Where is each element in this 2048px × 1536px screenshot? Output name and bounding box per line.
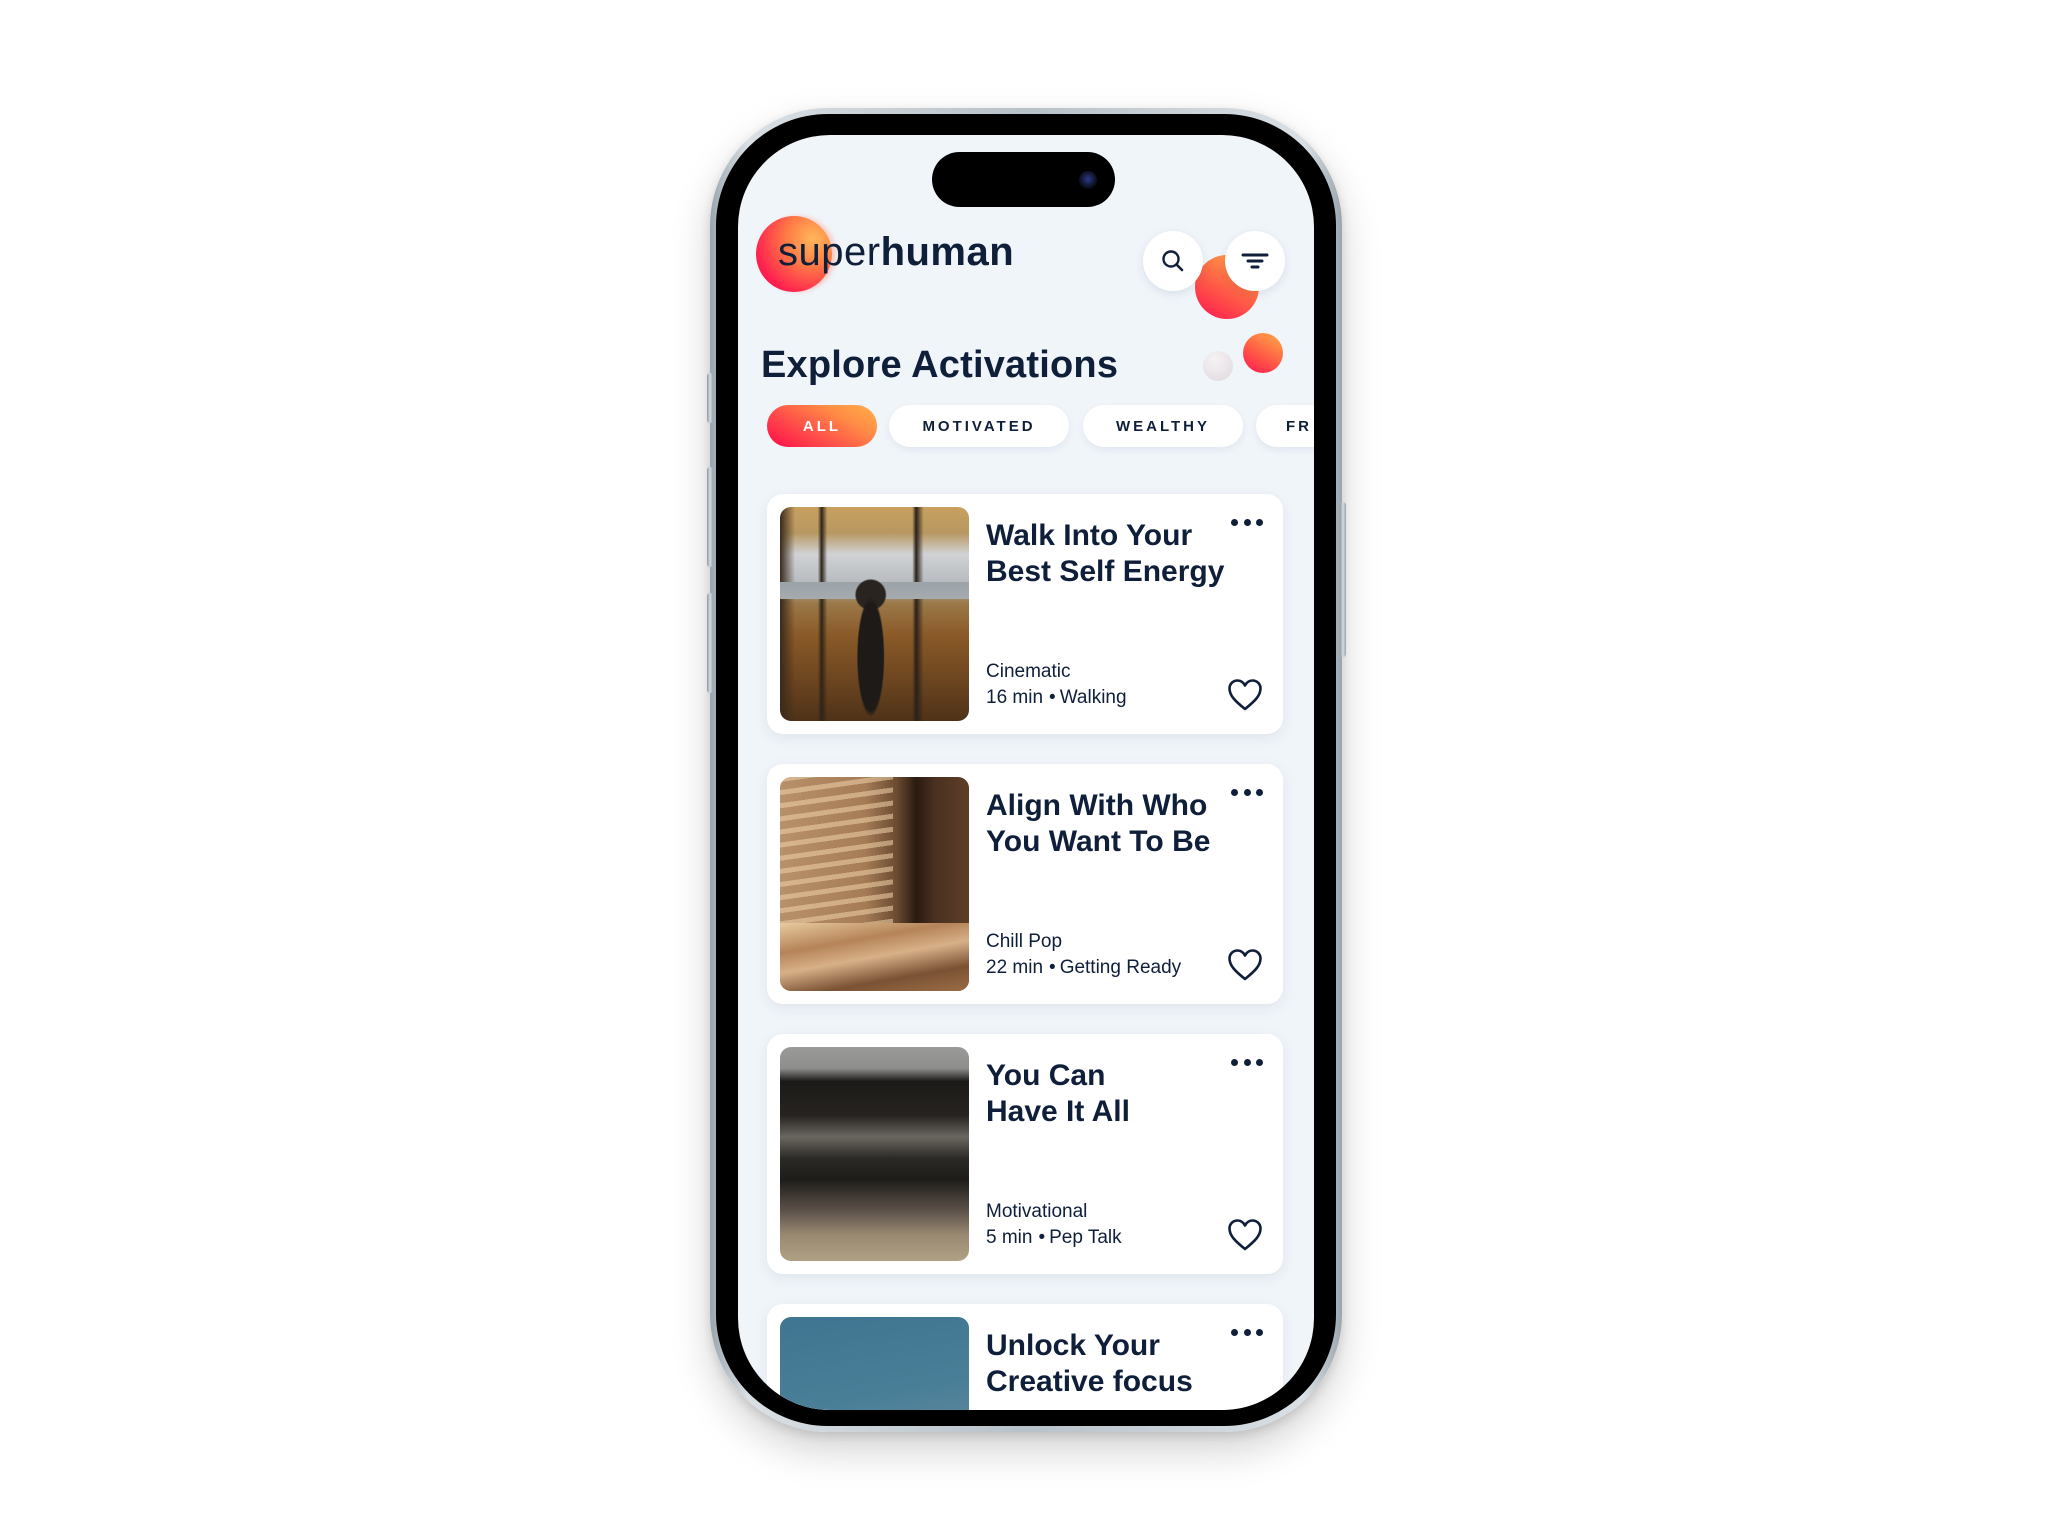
front-camera-icon	[1079, 171, 1097, 189]
activation-meta: 5 min • Pep Talk	[986, 1226, 1122, 1250]
heart-icon[interactable]	[1227, 948, 1263, 982]
filter-icon	[1241, 253, 1269, 269]
more-dot	[1243, 518, 1251, 526]
chip-label: MOTIVATED	[922, 417, 1036, 435]
activation-category: Getting Ready	[1059, 957, 1182, 978]
activation-meta: 22 min • Getting Ready	[986, 956, 1181, 980]
volume-up-button	[707, 467, 713, 567]
more-dot	[1243, 1058, 1251, 1066]
more-dot	[1243, 788, 1251, 796]
activation-duration: 5 min	[986, 1227, 1033, 1248]
chip-label: FR	[1286, 417, 1312, 435]
action-button	[707, 373, 713, 423]
more-horizontal-icon	[1231, 518, 1238, 526]
decorative-orb-pale	[1203, 351, 1233, 381]
meta-separator: •	[1038, 1227, 1046, 1248]
more-options-button[interactable]	[1231, 1054, 1263, 1070]
volume-down-button	[707, 593, 713, 693]
logo-text-bold: human	[880, 230, 1015, 274]
meta-separator: •	[1049, 687, 1056, 708]
meta-separator: •	[1049, 957, 1056, 978]
activation-genre: Chill Pop	[986, 931, 1063, 952]
activation-card[interactable]: You Can Have It All Motivational 5 min • P…	[767, 1034, 1283, 1274]
more-horizontal-icon	[1231, 1058, 1238, 1066]
more-options-button[interactable]	[1231, 784, 1263, 800]
chip-all[interactable]: ALL	[767, 405, 877, 447]
more-options-button[interactable]	[1231, 1324, 1263, 1340]
activation-duration: 22 min	[986, 957, 1044, 978]
activation-category: Walking	[1059, 687, 1127, 708]
activation-thumbnail	[780, 1047, 969, 1261]
activation-title: Unlock Your Creative focus	[986, 1329, 1193, 1398]
logo-text-light: super	[778, 230, 881, 274]
app-screen: superhuman Explore Activations ALL MOTIV…	[738, 135, 1314, 1410]
filter-chip-bar: ALL MOTIVATED WEALTHY FR	[767, 405, 1314, 447]
activation-thumbnail	[780, 777, 969, 991]
dynamic-island	[932, 152, 1115, 207]
chip-motivated[interactable]: MOTIVATED	[889, 405, 1069, 447]
more-dot	[1256, 518, 1263, 526]
more-horizontal-icon	[1231, 1328, 1238, 1336]
app-logo: superhuman	[778, 227, 1014, 277]
activation-duration: 16 min	[986, 687, 1044, 708]
phone-frame: superhuman Explore Activations ALL MOTIV…	[707, 108, 1346, 1432]
activation-genre: Motivational	[986, 1201, 1088, 1222]
chip-wealthy[interactable]: WEALTHY	[1083, 405, 1243, 447]
more-horizontal-icon	[1231, 788, 1238, 796]
page-title: Explore Activations	[761, 344, 1119, 386]
activation-card[interactable]: Walk Into Your Best Self Energy Cinemati…	[767, 494, 1283, 734]
search-button[interactable]	[1143, 231, 1203, 291]
more-dot	[1256, 788, 1263, 796]
activation-card[interactable]: Align With Who You Want To Be Chill Pop …	[767, 764, 1283, 1004]
chip-label: ALL	[802, 417, 842, 435]
activation-title: Walk Into Your Best Self Energy	[986, 519, 1225, 588]
activation-category: Pep Talk	[1049, 1227, 1122, 1248]
activation-card[interactable]: Unlock Your Creative focus	[767, 1304, 1283, 1410]
heart-icon[interactable]	[1227, 1218, 1263, 1252]
heart-icon[interactable]	[1227, 678, 1263, 712]
activation-thumbnail	[780, 507, 969, 721]
filter-button[interactable]	[1225, 231, 1285, 291]
activation-title: Align With Who You Want To Be	[986, 789, 1211, 858]
decorative-orb-small	[1243, 333, 1283, 373]
power-button	[1340, 502, 1346, 657]
more-dot	[1256, 1328, 1263, 1336]
activation-thumbnail	[780, 1317, 969, 1410]
more-dot	[1243, 1328, 1251, 1336]
activation-genre: Cinematic	[986, 661, 1071, 682]
more-options-button[interactable]	[1231, 514, 1263, 530]
more-dot	[1256, 1058, 1263, 1066]
activation-title: You Can Have It All	[986, 1059, 1130, 1128]
chip-fr[interactable]: FR	[1256, 405, 1314, 447]
chip-label: WEALTHY	[1115, 417, 1211, 435]
activation-meta: 16 min • Walking	[986, 686, 1127, 710]
search-icon	[1162, 250, 1184, 272]
